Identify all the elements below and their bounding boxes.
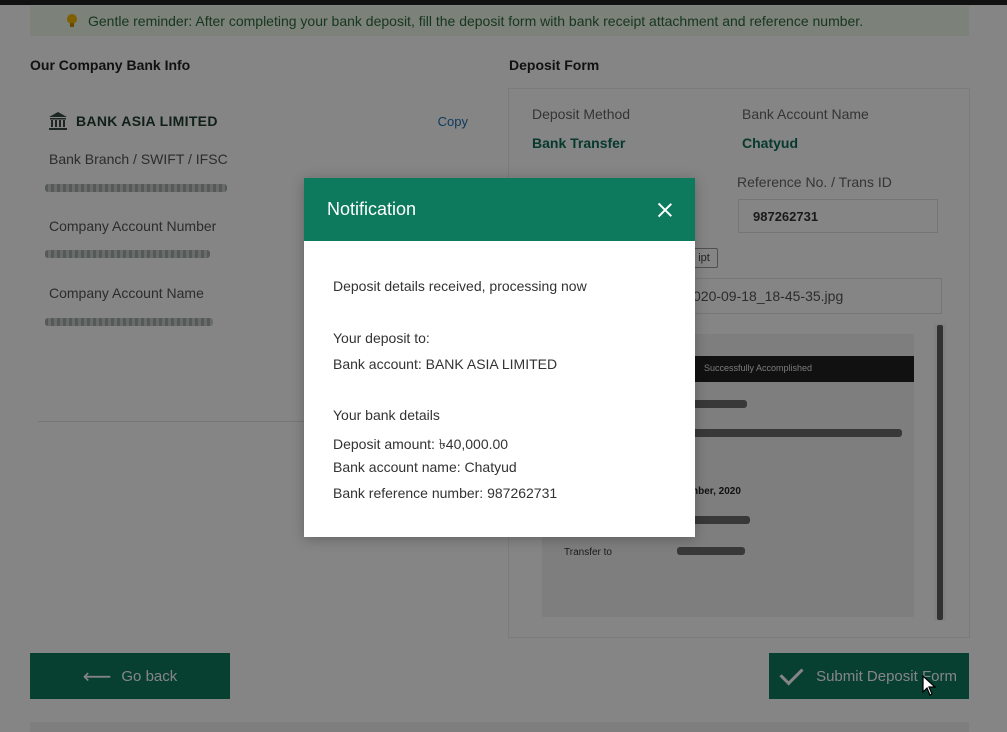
deposit-to-heading: Your deposit to: [333, 330, 430, 346]
bank-details-heading: Your bank details [333, 407, 440, 423]
close-icon[interactable] [657, 202, 673, 218]
reference-number-line: Bank reference number: 987262731 [333, 485, 558, 501]
deposit-amount-line: Deposit amount: ৳40,000.00 [333, 436, 509, 452]
notification-message: Deposit details received, processing now [333, 278, 587, 294]
modal-title: Notification [327, 199, 417, 219]
modal-header: Notification [304, 178, 695, 241]
account-name-line: Bank account name: Chatyud [333, 459, 517, 475]
bank-account-line: Bank account: BANK ASIA LIMITED [333, 356, 558, 372]
notification-modal: Notification Deposit details received, p… [304, 178, 695, 537]
